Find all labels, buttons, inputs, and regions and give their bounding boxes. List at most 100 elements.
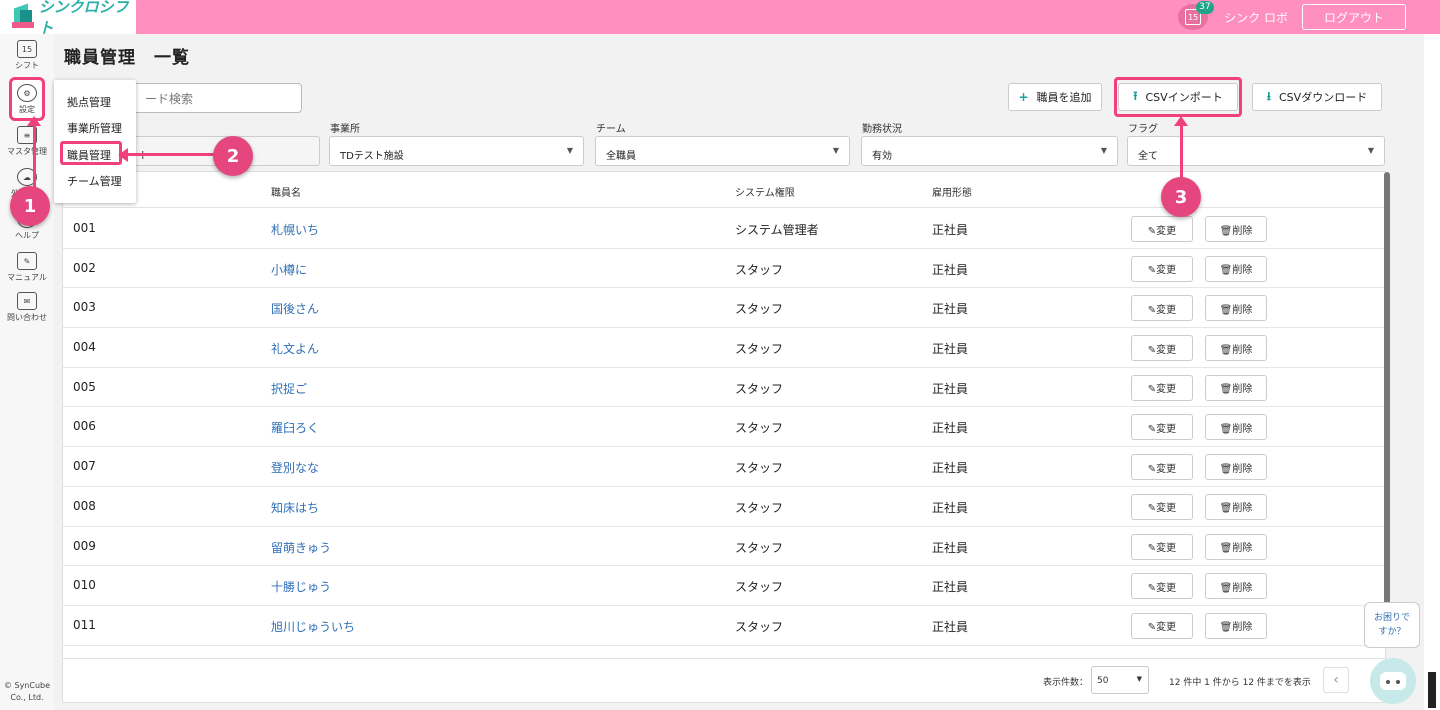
staff-name-link[interactable]: 小樽に [271,261,307,278]
filter-label-status: 勤務状況 [862,124,902,135]
menu-item-staff[interactable]: 職員管理 [67,147,111,163]
staff-id: 005 [73,379,96,394]
sidebar-item-shift[interactable]: 15 シフト [0,40,54,71]
office-select[interactable]: TDテスト施設 ▼ [329,136,584,166]
filter-label-team: チーム [596,124,626,135]
edit-button[interactable]: ✎変更 [1131,335,1193,362]
header-name[interactable]: 職員名 [271,184,301,199]
per-page-select[interactable]: 50 ▼ [1091,666,1149,694]
delete-button[interactable]: 🗑削除 [1205,295,1267,322]
chevron-down-icon: ▼ [1367,146,1374,155]
staff-employment: 正社員 [932,619,969,634]
staff-name-link[interactable]: 十勝じゅう [271,578,331,595]
status-select[interactable]: 有効 ▼ [861,136,1118,166]
flag-select[interactable]: 全て ▼ [1127,136,1385,166]
top-bar: シンクロシフト 15 37 シンク ロボ ログアウト [0,0,1440,37]
calendar-notification-icon[interactable]: 15 37 [1178,1,1214,30]
csv-download-button[interactable]: ⭳ CSVダウンロード [1252,83,1382,111]
sidebar-item-contact[interactable]: ✉ 問い合わせ [0,292,54,323]
robot-assistant-icon[interactable] [1370,658,1416,704]
logout-button[interactable]: ログアウト [1302,4,1406,30]
delete-button[interactable]: 🗑削除 [1205,374,1267,401]
staff-id: 010 [73,578,96,593]
arrow-head-icon [1174,116,1188,126]
menu-item-offices[interactable]: 事業所管理 [67,120,122,136]
delete-button[interactable]: 🗑削除 [1205,255,1267,282]
delete-button[interactable]: 🗑削除 [1205,454,1267,481]
staff-id: 001 [73,221,96,235]
upload-icon: ⭱ [1133,88,1138,103]
staff-name-link[interactable]: 羅臼ろく [271,419,319,436]
edit-button[interactable]: ✎変更 [1131,493,1193,520]
table-scrollbar[interactable] [1384,172,1390,632]
staff-id: 011 [73,617,96,632]
callout-line-3 [1180,124,1183,182]
download-icon: ⭳ [1266,88,1271,103]
chevron-down-icon: ▼ [832,146,839,155]
staff-name-link[interactable]: 知床はち [271,499,319,516]
edit-button[interactable]: ✎変更 [1131,414,1193,441]
arrow-head-icon [118,148,128,162]
staff-role: スタッフ [735,461,784,476]
staff-employment: 正社員 [932,381,969,396]
staff-role: スタッフ [735,540,784,555]
table-body: 001 札幌いち システム管理者 正社員 ✎変更 🗑削除 002 小樽に スタッフ 正社員 ✎変更 🗑… [63,209,1385,646]
delete-button[interactable]: 🗑削除 [1205,493,1267,520]
staff-id: 003 [73,300,96,315]
staff-name-link[interactable]: 国後さん [271,300,319,317]
edit-button[interactable]: ✎変更 [1131,454,1193,481]
edit-button[interactable]: ✎変更 [1131,255,1193,282]
menu-item-locations[interactable]: 拠点管理 [67,94,111,110]
staff-role: スタッフ [735,302,784,317]
sidebar-item-master[interactable]: ≡ マスタ管理 [0,126,54,157]
per-page-label: 表示件数： [1043,678,1089,688]
logo-text: シンクロシフト [38,0,129,37]
edit-button[interactable]: ✎変更 [1131,216,1193,242]
delete-button[interactable]: 🗑削除 [1205,573,1267,600]
edit-button[interactable]: ✎変更 [1131,573,1193,600]
team-select[interactable]: 全職員 ▼ [595,136,850,166]
staff-name-link[interactable]: 旭川じゅういち [271,618,355,635]
edit-button[interactable]: ✎変更 [1131,533,1193,560]
staff-employment: 正社員 [932,580,969,595]
edit-button[interactable]: ✎変更 [1131,295,1193,322]
staff-name-link[interactable]: 択捉ご [271,380,307,397]
menu-item-teams[interactable]: チーム管理 [67,173,122,189]
help-bubble[interactable]: お困りで すか？ [1364,602,1420,648]
pencil-icon: ✎ [17,252,37,270]
csv-import-button[interactable]: ⭱ CSVインポート [1118,83,1238,111]
staff-employment: 正社員 [932,500,969,515]
header-role[interactable]: システム権限 [735,184,795,199]
edit-button[interactable]: ✎変更 [1131,612,1193,639]
sidebar-item-settings[interactable]: ⚙ 設定 [9,77,45,121]
staff-id: 008 [73,498,96,513]
delete-button[interactable]: 🗑削除 [1205,533,1267,560]
staff-name-link[interactable]: 札幌いち [271,221,319,238]
staff-name-link[interactable]: 登別なな [271,459,319,476]
delete-button[interactable]: 🗑削除 [1205,414,1267,441]
filter-label-flag: フラグ [1128,124,1158,135]
delete-button[interactable]: 🗑削除 [1205,216,1267,242]
edit-button[interactable]: ✎変更 [1131,374,1193,401]
staff-name-link[interactable]: 礼文よん [271,340,319,357]
table-row: 003 国後さん スタッフ 正社員 ✎変更 🗑削除 [63,288,1385,329]
sidebar-item-label: 設定 [19,105,35,114]
header-employment[interactable]: 雇用形態 [932,184,972,199]
sidebar-item-manual[interactable]: ✎ マニュアル [0,252,54,283]
app-logo[interactable]: シンクロシフト [0,0,136,37]
settings-menu: 拠点管理 事業所管理 職員管理 チーム管理 [54,80,136,203]
logo-mark-icon [12,3,34,30]
page-scrollbar[interactable] [1424,34,1440,710]
prev-page-button[interactable]: ‹ [1323,667,1349,693]
staff-id: 009 [73,538,96,553]
table-footer: 表示件数： 50 ▼ 12 件中 1 件から 12 件までを表示 ‹ [63,658,1385,702]
staff-name-link[interactable]: 留萌きゅう [271,539,331,556]
delete-button[interactable]: 🗑削除 [1205,612,1267,639]
staff-employment: 正社員 [932,540,969,555]
sidebar-item-label: ヘルプ [15,231,39,240]
add-staff-button[interactable]: + 職員を追加 [1008,83,1102,111]
main-content: 職員管理 一覧 ード検索 + 職員を追加 ⭱ CSVインポート ⭳ CSVダウン… [54,34,1424,710]
staff-id: 002 [73,260,96,275]
staff-id: 007 [73,459,96,474]
delete-button[interactable]: 🗑削除 [1205,335,1267,362]
